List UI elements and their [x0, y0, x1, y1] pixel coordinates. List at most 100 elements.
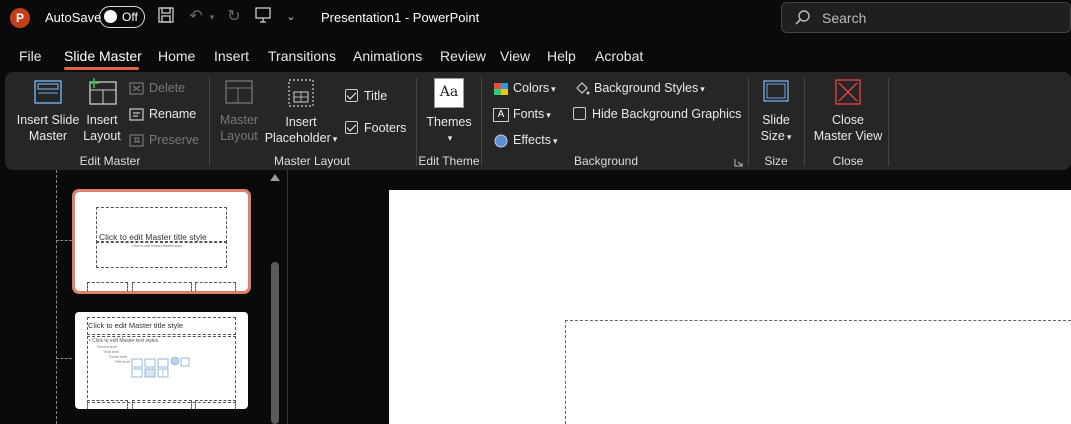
chevron-down-icon: ▾ [551, 84, 556, 94]
effects-icon [494, 134, 508, 148]
themes-button[interactable]: Aa Themes ▾ [424, 78, 474, 146]
preserve-pin-icon [129, 134, 144, 147]
chevron-down-icon: ▾ [786, 132, 792, 142]
close-master-view-button[interactable]: Close Master View [812, 78, 884, 144]
size-group-label: Size [764, 154, 788, 168]
insert-placeholder-label-1: Insert [285, 115, 317, 129]
insert-layout-button[interactable]: Insert Layout [80, 78, 124, 144]
insert-placeholder-icon [288, 79, 314, 107]
tab-slide-master[interactable]: Slide Master [64, 48, 142, 64]
background-styles-label: Background Styles [594, 81, 699, 95]
tab-file[interactable]: File [19, 48, 42, 64]
master-layout-button[interactable]: Master Layout [217, 78, 261, 144]
footers-checkbox-box[interactable] [345, 121, 358, 135]
document-title: Presentation1 - PowerPoint [321, 10, 480, 25]
content-insert-icons [131, 356, 190, 378]
footers-checkbox[interactable]: Footers [345, 119, 406, 139]
title-checkbox-label: Title [364, 89, 388, 103]
tab-transitions[interactable]: Transitions [268, 48, 336, 64]
tab-home[interactable]: Home [158, 48, 195, 64]
layout-tree-branch [56, 240, 72, 241]
present-from-beginning-icon[interactable] [253, 6, 273, 28]
undo-dropdown-icon[interactable]: ▾ [207, 6, 217, 28]
title-checkbox[interactable]: Title [345, 87, 387, 107]
scrollbar-thumb[interactable] [271, 262, 279, 424]
slide-master-icon [34, 80, 62, 104]
title-checkbox-box[interactable] [345, 89, 358, 103]
thumbnail-level5: Fifth level [115, 360, 130, 364]
thumbnail-body-text: • Click to edit Master text styles [89, 338, 159, 344]
save-icon[interactable] [156, 6, 176, 28]
group-separator [804, 78, 805, 166]
tab-view[interactable]: View [500, 48, 530, 64]
insert-layout-icon [89, 78, 117, 105]
group-separator [748, 78, 749, 166]
rename-icon [129, 108, 144, 121]
thumbnail-level4: Fourth level [109, 355, 128, 359]
paint-bucket-icon [576, 81, 590, 95]
footer-date-placeholder [87, 282, 128, 291]
title-bar: P AutoSave Off ↶ ▾ ↻ ⌄ Presentation1 - P… [0, 0, 1071, 36]
colors-palette-icon [494, 82, 508, 95]
tab-insert[interactable]: Insert [214, 48, 249, 64]
delete-label: Delete [149, 81, 186, 95]
search-icon [795, 10, 810, 25]
footer-number-placeholder [195, 282, 236, 291]
footer-number-placeholder [195, 400, 236, 409]
customize-toolbar-icon[interactable]: ⌄ [284, 6, 298, 28]
search-box[interactable]: Search [781, 2, 1071, 33]
thumbnail-level2: Second level [97, 345, 118, 349]
tab-review[interactable]: Review [440, 48, 486, 64]
insert-placeholder-label-2: Placeholder [264, 131, 331, 145]
slide-thumbnail-content-layout[interactable]: Click to edit Master title style • Click… [75, 312, 248, 409]
autosave-toggle[interactable]: Off [99, 6, 145, 28]
chevron-down-icon: ▾ [700, 84, 705, 94]
slide-size-label-1: Slide [762, 113, 790, 127]
hide-background-graphics-label: Hide Background Graphics [592, 107, 742, 121]
chevron-down-icon: ▾ [552, 136, 558, 146]
effects-button[interactable]: Effects ▾ [493, 131, 558, 151]
thumbnail-layout-title: Click to edit Master title style [88, 321, 184, 330]
insert-placeholder-button[interactable]: Insert Placeholder ▾ [262, 78, 340, 147]
scroll-up-arrow-icon[interactable] [270, 174, 280, 181]
insert-slide-master-button[interactable]: Insert Slide Master [16, 78, 80, 144]
insert-layout-label-2: Layout [83, 129, 121, 143]
slide-title-placeholder[interactable] [565, 320, 1071, 424]
slide-thumbnail-title-layout[interactable]: Click to edit Master title style Click t… [72, 189, 251, 294]
background-styles-button[interactable]: Background Styles ▾ [574, 79, 705, 99]
autosave-state: Off [122, 10, 138, 24]
autosave-label: AutoSave [45, 10, 102, 25]
slide-size-label-2: Size [760, 129, 785, 143]
tab-acrobat[interactable]: Acrobat [595, 48, 643, 64]
group-separator [481, 78, 482, 166]
close-master-view-label-2: Master View [813, 129, 883, 143]
effects-label: Effects [513, 133, 551, 147]
toggle-knob [104, 10, 117, 23]
footer-date-placeholder [87, 400, 128, 409]
preserve-button[interactable]: Preserve [129, 131, 199, 151]
rename-button[interactable]: Rename [129, 105, 196, 125]
slide-size-button[interactable]: Slide Size ▾ [754, 78, 798, 145]
redo-icon[interactable]: ↻ [224, 6, 244, 28]
hide-background-graphics-box[interactable] [573, 107, 586, 121]
master-layout-label-1: Master [219, 113, 259, 127]
thumbnail-subtitle-text: Click to edit Master subtitle style [132, 244, 182, 248]
insert-slide-master-label-1: Insert Slide [16, 113, 80, 127]
fonts-button[interactable]: A Fonts ▾ [493, 105, 551, 125]
close-master-view-label-1: Close [832, 113, 864, 127]
background-group-label: Background [573, 154, 639, 168]
insert-layout-label-1: Insert [86, 113, 118, 127]
hide-background-graphics-checkbox[interactable]: Hide Background Graphics [573, 105, 741, 125]
colors-button[interactable]: Colors ▾ [493, 79, 556, 99]
footer-text-placeholder [132, 282, 192, 291]
tab-help[interactable]: Help [547, 48, 576, 64]
group-separator [416, 78, 417, 166]
edit-theme-group-label: Edit Theme [418, 154, 480, 168]
dialog-launcher-icon[interactable] [734, 155, 743, 167]
rename-label: Rename [149, 107, 197, 121]
undo-icon[interactable]: ↶ [186, 6, 206, 28]
tab-animations[interactable]: Animations [353, 48, 422, 64]
master-layout-group-label: Master Layout [273, 154, 351, 168]
delete-button[interactable]: Delete [129, 79, 185, 99]
ribbon-tabs: File Slide Master Home Insert Transition… [0, 42, 1071, 70]
